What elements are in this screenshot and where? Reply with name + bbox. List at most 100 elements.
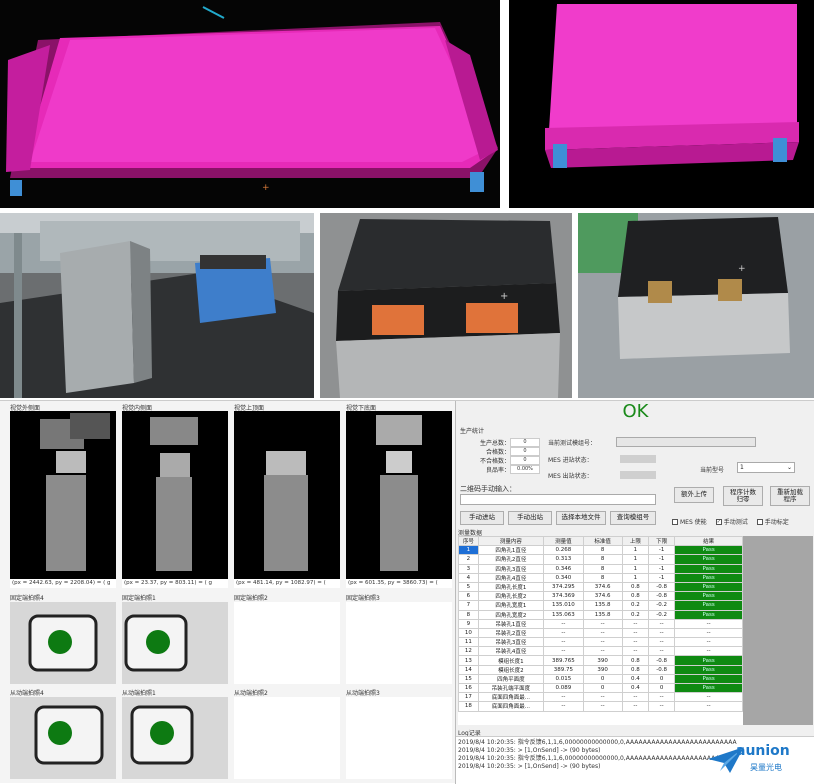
- table-header-cell[interactable]: 序号: [458, 536, 479, 547]
- model-select[interactable]: 1 ⌄: [737, 462, 795, 473]
- table-row[interactable]: 15 四角平面度 0.015 0 0.4 0 Pass: [458, 673, 743, 685]
- table-cell: -1: [648, 545, 676, 556]
- table-cell: 四角孔3直径: [477, 563, 545, 574]
- table-header-cell[interactable]: 测量内容: [477, 536, 545, 547]
- table-cell: 四角孔宽度2: [477, 609, 545, 620]
- table-cell: Pass: [674, 609, 743, 620]
- mes-in-indicator: [620, 455, 656, 463]
- table-header-cell[interactable]: 下限: [648, 536, 676, 547]
- table-cell: 5: [458, 581, 479, 593]
- table-row[interactable]: 11 吊装孔3直径 -- -- -- -- --: [458, 637, 743, 648]
- table-cell: --: [674, 627, 743, 639]
- table-row[interactable]: 7 四角孔宽度1 135.010 135.8 0.2 -0.2 Pass: [458, 600, 743, 611]
- checkbox-box[interactable]: [672, 518, 678, 525]
- table-cell: 8: [582, 554, 623, 565]
- table-row[interactable]: 4 四角孔4直径 0.340 8 1 -1 Pass: [458, 572, 743, 583]
- table-cell: 10: [458, 627, 479, 639]
- moving-view-2[interactable]: [122, 697, 228, 779]
- fixed-title-1: 固定端拍照4: [10, 595, 44, 602]
- table-cell: 吊装孔端平面度: [477, 682, 545, 694]
- mes-enable-checkbox[interactable]: MES 使能: [672, 517, 707, 526]
- select-file-button[interactable]: 选择本地文件: [556, 511, 606, 525]
- table-row[interactable]: 9 吊装孔1直径 -- -- -- -- --: [458, 618, 743, 629]
- table-cell: --: [674, 637, 743, 648]
- fixed-title-3: 固定端拍照2: [234, 595, 268, 602]
- table-cell: 389.75: [543, 664, 584, 675]
- table-cell: --: [543, 692, 584, 703]
- camera-view-1[interactable]: [10, 411, 116, 579]
- table-row[interactable]: 6 四角孔长度2 374.369 374.6 0.8 -0.8 Pass: [458, 591, 743, 602]
- table-row[interactable]: 8 四角孔宽度2 135.063 135.8 0.2 -0.2 Pass: [458, 609, 743, 620]
- fixed-title-2: 固定端拍照1: [122, 595, 156, 602]
- table-cell: 389.765: [543, 655, 584, 666]
- table-cell: 0.4: [621, 673, 650, 685]
- table-cell: 1: [621, 572, 650, 583]
- table-row[interactable]: 3 四角孔3直径 0.346 8 1 -1 Pass: [458, 563, 743, 574]
- moving-title-2: 从动端拍照1: [122, 690, 156, 697]
- table-cell: -0.8: [648, 581, 676, 593]
- table-row[interactable]: 16 吊装孔端平面度 0.089 0 0.4 0 Pass: [458, 682, 743, 694]
- moving-view-4[interactable]: [346, 697, 452, 779]
- table-cell: 0.015: [543, 673, 584, 685]
- moving-view-1[interactable]: [10, 697, 116, 779]
- manual-out-button[interactable]: 手动出站: [508, 511, 552, 525]
- reset-count-button[interactable]: 程序计数 归零: [723, 486, 763, 506]
- table-row[interactable]: 13 模组长度1 389.765 390 0.8 -0.8 Pass: [458, 655, 743, 666]
- module-id-field[interactable]: [616, 437, 756, 447]
- fixed-title-4: 固定端拍照3: [346, 595, 380, 602]
- manual-test-checkbox[interactable]: ✓ 手动测试: [715, 517, 748, 526]
- measurement-table[interactable]: 序号 测量内容 测量值 标准值 上限 下限 结果 1 四角孔1直径 0.268 8 1 -1 Pass 2…: [458, 536, 743, 725]
- qr-input[interactable]: [460, 494, 656, 505]
- table-row[interactable]: 10 吊装孔2直径 -- -- -- -- --: [458, 627, 743, 639]
- query-module-button[interactable]: 查询模组号: [610, 511, 656, 525]
- reload-program-button[interactable]: 重新加载 程序: [770, 486, 810, 506]
- table-cell: -0.8: [648, 655, 676, 666]
- table-cell: Pass: [674, 581, 743, 593]
- table-cell: 吊装孔3直径: [477, 637, 545, 648]
- table-row[interactable]: 17 底面四角面最... -- -- -- -- --: [458, 692, 743, 703]
- camera-view-2[interactable]: [122, 411, 228, 579]
- camera-view-4[interactable]: [346, 411, 452, 579]
- stat-label: 良品率：: [485, 467, 510, 474]
- extra-upload-button[interactable]: 额外上传: [674, 487, 714, 503]
- stat-value: 0.00%: [510, 465, 540, 474]
- stat-value: 0: [510, 438, 540, 447]
- table-header-cell[interactable]: 结果: [674, 536, 743, 547]
- table-row[interactable]: 14 模组长度2 389.75 390 0.8 -0.8 Pass: [458, 664, 743, 675]
- table-header-cell[interactable]: 上限: [621, 536, 650, 547]
- table-header-cell[interactable]: 标准值: [582, 536, 623, 547]
- table-row[interactable]: 18 底面四角面最... -- -- -- -- --: [458, 701, 743, 712]
- aunion-logo: aunion 昊量光电: [706, 741, 810, 781]
- table-row[interactable]: 5 四角孔长度1 374.295 374.6 0.8 -0.8 Pass: [458, 581, 743, 593]
- table-row[interactable]: 12 吊装孔4直径 -- -- -- -- --: [458, 646, 743, 657]
- fixed-view-2[interactable]: [122, 602, 228, 684]
- table-cell: 0: [582, 673, 623, 685]
- camera-view-3[interactable]: [234, 411, 340, 579]
- table-cell: 3: [458, 563, 479, 574]
- table-row[interactable]: 1 四角孔1直径 0.268 8 1 -1 Pass: [458, 545, 743, 556]
- svg-text:+: +: [262, 183, 270, 193]
- stat-row: 合格数： 0: [464, 447, 544, 456]
- cam-coord-2: (px = 23.37, py = 803.11) = ( g: [122, 579, 228, 588]
- table-header-cell[interactable]: 测量值: [543, 536, 584, 547]
- lab-setup-image: [0, 213, 314, 398]
- checkbox-box[interactable]: [756, 518, 763, 525]
- table-cell: --: [674, 701, 743, 712]
- fixed-view-1[interactable]: [10, 602, 116, 684]
- table-cell: Pass: [674, 655, 743, 666]
- table-cell: Pass: [674, 664, 743, 675]
- fixed-view-3[interactable]: [234, 602, 340, 684]
- table-cell: 390: [582, 664, 623, 675]
- mes-module-label: 当前测试模组号：: [548, 440, 597, 447]
- fixed-view-4[interactable]: [346, 602, 452, 684]
- manual-calib-checkbox[interactable]: 手动标定: [756, 517, 789, 526]
- table-cell: Pass: [674, 591, 743, 602]
- table-cell: -0.2: [648, 600, 676, 611]
- table-cell: --: [648, 646, 676, 657]
- table-row[interactable]: 2 四角孔2直径 0.313 8 1 -1 Pass: [458, 554, 743, 565]
- table-cell: 135.010: [543, 600, 584, 611]
- manual-in-button[interactable]: 手动进站: [460, 511, 504, 525]
- table-cell: 374.369: [543, 591, 584, 602]
- moving-view-3[interactable]: [234, 697, 340, 779]
- check-icon[interactable]: ✓: [715, 518, 722, 525]
